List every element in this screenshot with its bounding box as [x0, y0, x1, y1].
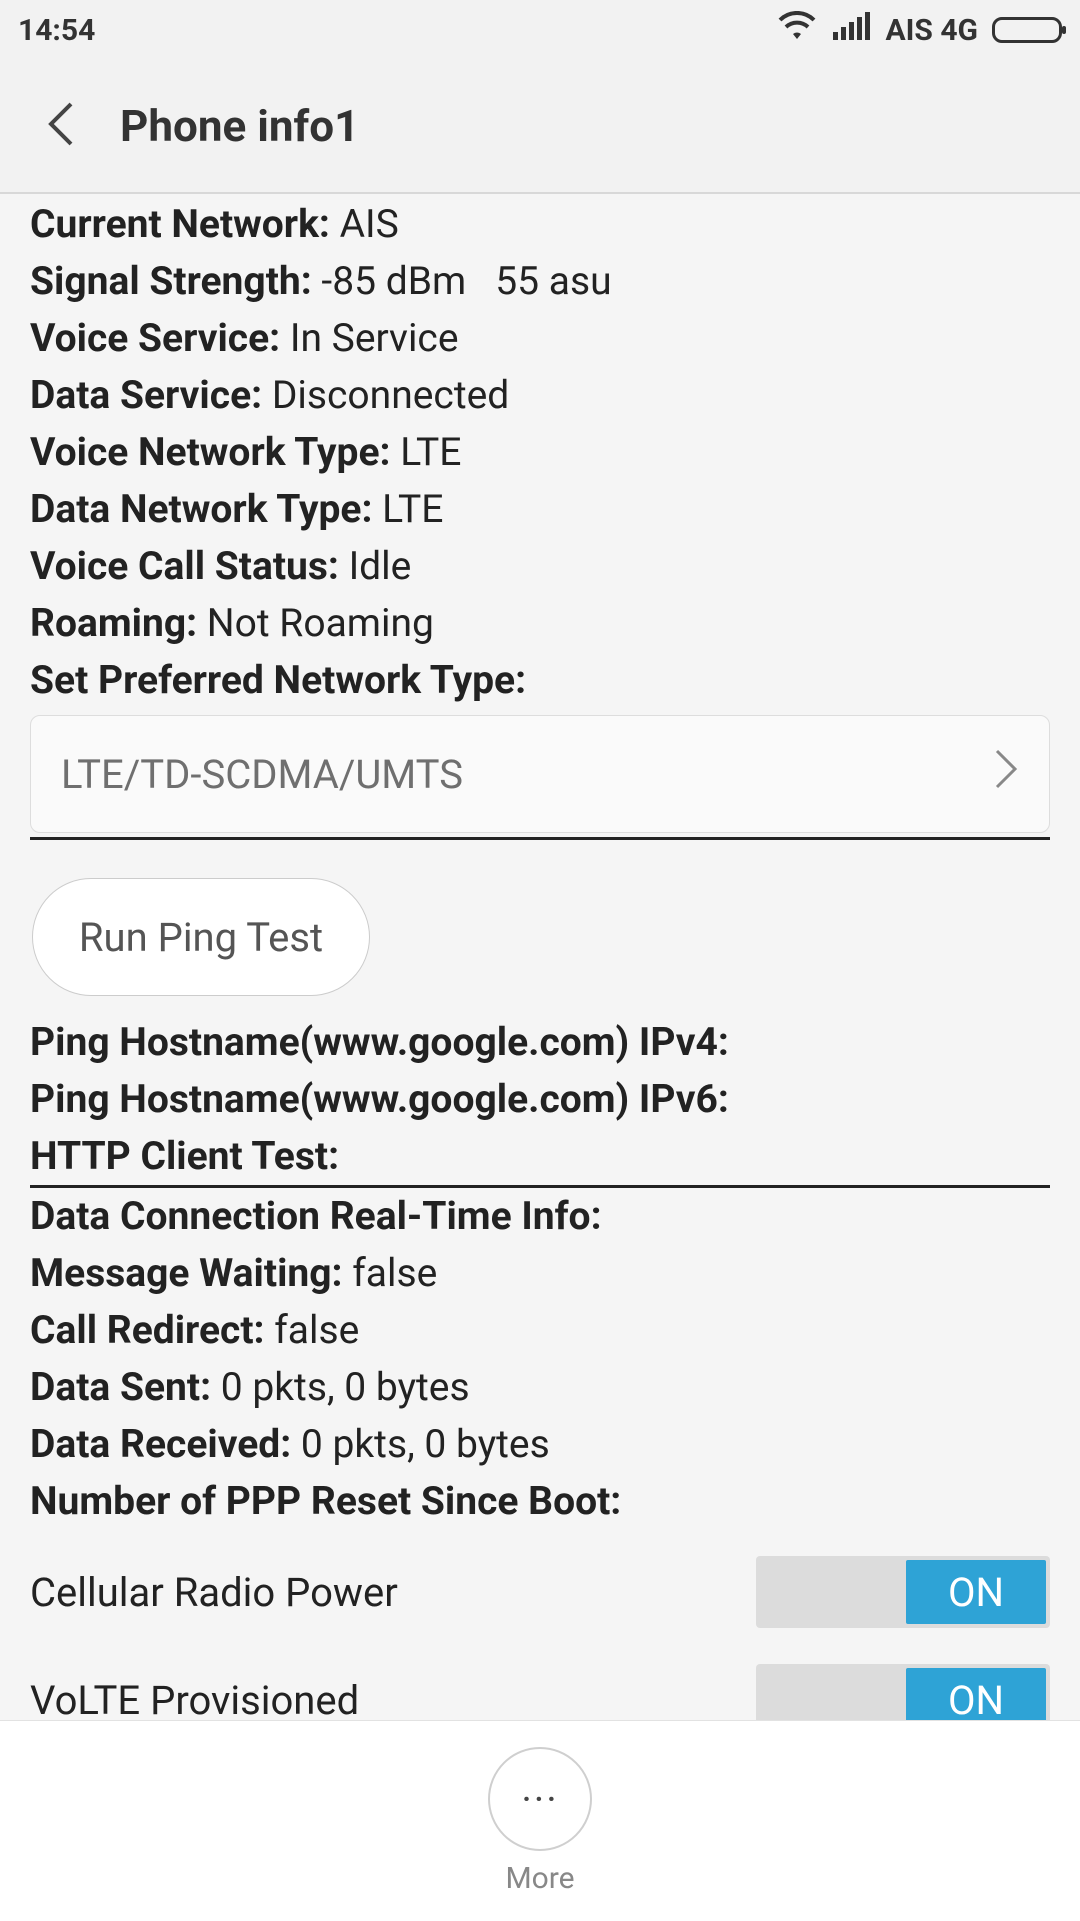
signal-icon — [831, 12, 871, 48]
info-row: Signal Strength: -85 dBm 55 asu — [30, 258, 612, 304]
ping-row: Ping Hostname(www.google.com) IPv4: — [30, 1019, 729, 1065]
data-row: Number of PPP Reset Since Boot: — [30, 1478, 622, 1524]
phone-info-content: Current Network: AIS Signal Strength: -8… — [30, 196, 1050, 1530]
toggle-label: Cellular Radio Power — [30, 1568, 398, 1616]
data-row: Data Sent: 0 pkts, 0 bytes — [30, 1364, 470, 1410]
divider — [30, 837, 1050, 840]
ping-row: HTTP Client Test: — [30, 1133, 340, 1179]
more-button[interactable]: ··· — [488, 1747, 592, 1851]
toggle-state: ON — [906, 1560, 1046, 1624]
status-bar: 14:54 AIS 4G — [0, 0, 1080, 60]
status-icons: AIS 4G — [777, 10, 1066, 49]
more-icon: ··· — [521, 1775, 559, 1823]
page-title: Phone info1 — [120, 100, 360, 152]
info-row: Voice Network Type: LTE — [30, 429, 462, 475]
ping-results: Ping Hostname(www.google.com) IPv4: Ping… — [30, 1014, 1050, 1188]
chevron-right-icon — [993, 747, 1019, 801]
app-bar: Phone info1 — [0, 60, 1080, 194]
preferred-network-select[interactable]: LTE/TD-SCDMA/UMTS — [30, 715, 1050, 833]
info-row: Voice Call Status: Idle — [30, 543, 412, 589]
battery-icon — [992, 17, 1066, 43]
info-row: Set Preferred Network Type: — [30, 657, 527, 703]
bottom-action-bar: ··· More — [0, 1720, 1080, 1921]
data-row: Data Received: 0 pkts, 0 bytes — [30, 1421, 550, 1467]
data-row: Call Redirect: false — [30, 1307, 360, 1353]
cellular-radio-power-row: Cellular Radio Power ON — [30, 1556, 1050, 1628]
info-row: Current Network: AIS — [30, 201, 399, 247]
back-button[interactable] — [0, 59, 120, 193]
data-row: Message Waiting: false — [30, 1250, 438, 1296]
carrier-label: AIS 4G — [885, 12, 978, 48]
info-row: Data Network Type: LTE — [30, 486, 444, 532]
preferred-network-value: LTE/TD-SCDMA/UMTS — [61, 750, 463, 798]
data-row: Data Connection Real-Time Info: — [30, 1193, 602, 1239]
cellular-radio-power-toggle[interactable]: ON — [756, 1556, 1050, 1628]
chevron-left-icon — [45, 100, 75, 152]
status-time: 14:54 — [18, 12, 96, 48]
data-connection-info: Data Connection Real-Time Info: Message … — [30, 1188, 1050, 1530]
run-ping-test-button[interactable]: Run Ping Test — [32, 878, 370, 996]
more-label: More — [505, 1861, 575, 1896]
info-row: Voice Service: In Service — [30, 315, 459, 361]
toggle-label: VoLTE Provisioned — [30, 1676, 360, 1724]
info-row: Roaming: Not Roaming — [30, 600, 434, 646]
wifi-icon — [777, 10, 817, 49]
ping-row: Ping Hostname(www.google.com) IPv6: — [30, 1076, 729, 1122]
info-row: Data Service: Disconnected — [30, 372, 510, 418]
